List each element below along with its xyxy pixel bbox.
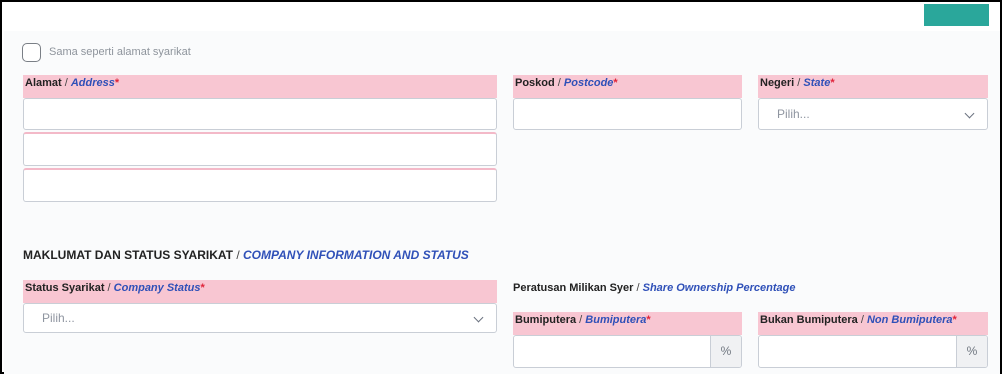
address-label-ms: Alamat (25, 77, 62, 89)
postcode-label-separator: / (554, 77, 564, 89)
company-status-label-separator: / (104, 282, 114, 294)
state-label-en: State (803, 77, 831, 89)
state-select-value: Pilih... (777, 107, 810, 121)
postcode-input[interactable] (513, 98, 742, 130)
ownership-label: Peratusan Milikan Syer / Share Ownership… (513, 282, 795, 294)
company-status-required-mark: * (200, 282, 205, 294)
bumiputera-label: Bumiputera / Bumiputera* (513, 312, 742, 335)
state-select[interactable]: Pilih... (758, 98, 988, 130)
non-bumiputera-label: Bukan Bumiputera / Non Bumiputera* (758, 312, 988, 335)
address-label-en: Address (70, 77, 115, 89)
address-label-separator: / (61, 77, 71, 89)
ownership-label-separator: / (633, 282, 643, 294)
same-address-checkbox[interactable] (22, 43, 41, 62)
non-bumiputera-required-mark: * (952, 314, 957, 326)
address-line-1-input[interactable] (23, 98, 497, 130)
non-bumiputera-label-en: Non Bumiputera (866, 314, 953, 326)
same-address-label: Sama seperti alamat syarikat (49, 46, 191, 58)
chevron-down-icon (964, 108, 975, 119)
company-status-label-ms: Status Syarikat (25, 282, 105, 294)
section-title-en: COMPANY INFORMATION AND STATUS (243, 248, 469, 262)
section-title-separator: / (233, 248, 244, 262)
non-bumiputera-input[interactable]: % (758, 335, 988, 368)
percent-suffix: % (710, 336, 741, 367)
postcode-required-mark: * (613, 77, 618, 89)
company-status-select[interactable]: Pilih... (23, 303, 497, 333)
section-title: MAKLUMAT DAN STATUS SYARIKAT / COMPANY I… (23, 248, 469, 262)
postcode-label: Poskod / Postcode* (513, 75, 742, 98)
header-strip (4, 4, 1000, 31)
address-required-mark: * (114, 77, 120, 89)
section-title-ms: MAKLUMAT DAN STATUS SYARIKAT (23, 248, 233, 262)
company-status-label: Status Syarikat / Company Status* (23, 280, 497, 303)
postcode-label-ms: Poskod (515, 77, 555, 89)
bumiputera-input[interactable]: % (513, 335, 742, 368)
state-required-mark: * (830, 77, 835, 89)
company-status-label-en: Company Status (113, 282, 201, 294)
bumiputera-label-separator: / (576, 314, 586, 326)
bumiputera-required-mark: * (646, 314, 651, 326)
ownership-label-en: Share Ownership Percentage (642, 282, 796, 294)
header-tab[interactable] (924, 4, 989, 26)
percent-suffix: % (956, 336, 987, 367)
state-label-ms: Negeri (760, 77, 795, 89)
non-bumiputera-label-ms: Bukan Bumiputera (760, 314, 858, 326)
company-status-select-value: Pilih... (42, 311, 75, 325)
non-bumiputera-label-separator: / (857, 314, 867, 326)
postcode-label-en: Postcode (563, 77, 614, 89)
ownership-label-ms: Peratusan Milikan Syer (513, 282, 634, 294)
chevron-down-icon (473, 312, 484, 323)
bumiputera-label-en: Bumiputera (585, 314, 647, 326)
address-label: Alamat / Address* (23, 75, 497, 98)
state-label: Negeri / State* (758, 75, 988, 98)
bumiputera-label-ms: Bumiputera (515, 314, 577, 326)
address-line-2-input[interactable] (23, 132, 497, 166)
address-line-3-input[interactable] (23, 168, 497, 202)
